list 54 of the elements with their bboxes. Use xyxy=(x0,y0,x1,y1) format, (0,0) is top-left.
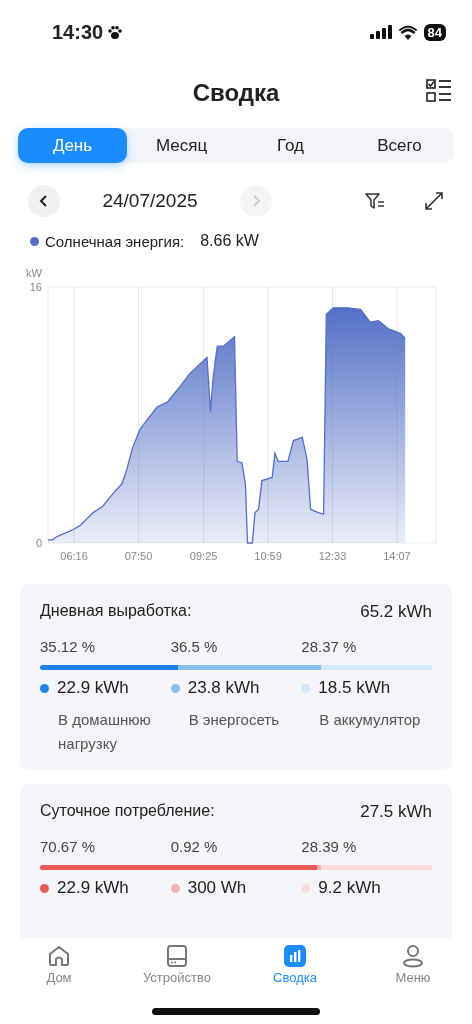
chevron-left-icon xyxy=(38,194,50,208)
period-tab[interactable]: День xyxy=(18,128,127,163)
card-title: Дневная выработка: xyxy=(40,602,192,621)
date-label: 24/07/2025 xyxy=(101,190,199,212)
energy-label: В аккумулятор xyxy=(319,710,422,730)
energy-label: В домашнюю нагрузку xyxy=(58,710,152,754)
legend-value: 8.66 kW xyxy=(200,232,259,250)
axis-label: 10:59 xyxy=(254,550,282,562)
percent-label: 70.67 % xyxy=(40,838,97,855)
axis-label: 09:25 xyxy=(189,550,218,562)
previous-button[interactable] xyxy=(28,185,60,217)
period-tab[interactable]: Месяц xyxy=(127,128,236,163)
home-icon xyxy=(47,944,71,968)
energy-value: 18.5 kWh xyxy=(318,678,391,698)
profile-icon xyxy=(401,944,425,968)
period-tab[interactable]: Всего xyxy=(345,128,454,163)
energy-value: 22.9 kWh xyxy=(57,678,129,698)
card-title: Суточное потребление: xyxy=(40,802,215,821)
percent-label: 36.5 % xyxy=(170,638,219,655)
bar-chart-icon xyxy=(283,944,307,968)
nav-tab[interactable]: Меню xyxy=(354,938,472,990)
card-total: 27.5 kWh xyxy=(360,802,432,822)
card-total: 65.2 kWh xyxy=(360,602,432,622)
chevron-right-icon xyxy=(250,194,262,208)
nav-tab[interactable]: Устройство xyxy=(118,938,236,990)
paw-icon xyxy=(107,24,124,40)
period-tab[interactable]: Год xyxy=(236,128,345,163)
energy-value: 300 Wh xyxy=(187,878,247,898)
energy-value: 23.8 kWh xyxy=(187,678,260,698)
axis-unit: kW xyxy=(26,267,42,279)
device-icon xyxy=(165,944,189,968)
nav-tab[interactable]: Сводка xyxy=(236,938,354,990)
nav-tab[interactable]: Дом xyxy=(0,938,118,990)
axis-label: 16 xyxy=(29,281,42,293)
filter-icon[interactable] xyxy=(364,191,386,211)
expand-icon[interactable] xyxy=(424,191,444,211)
signal-icon xyxy=(369,25,392,39)
percent-label: 35.12 % xyxy=(40,638,97,655)
axis-label: 0 xyxy=(35,537,42,549)
axis-label: 14:07 xyxy=(383,550,411,562)
percent-label: 28.37 % xyxy=(301,638,358,655)
axis-label: 07:50 xyxy=(124,550,153,562)
status-time: 14:30 xyxy=(52,20,104,44)
page-title: Сводка xyxy=(192,79,280,107)
percent-label: 0.92 % xyxy=(170,838,219,855)
percent-label: 28.39 % xyxy=(301,838,358,855)
energy-value: 9.2 kWh xyxy=(318,878,381,898)
energy-value: 22.9 kWh xyxy=(57,878,129,898)
energy-label: В энергосеть xyxy=(188,710,280,730)
wifi-icon xyxy=(397,24,418,40)
axis-label: 12:33 xyxy=(318,550,347,562)
legend-label: Солнечная энергия: xyxy=(45,232,185,250)
battery-level: 84 xyxy=(423,23,446,41)
axis-label: 06:16 xyxy=(60,550,88,562)
